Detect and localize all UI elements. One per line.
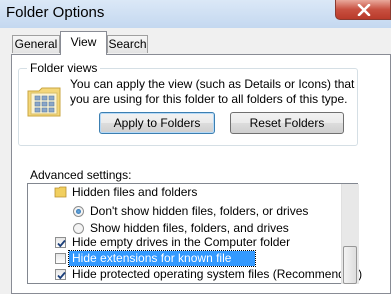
- tab-search[interactable]: Search: [107, 35, 148, 53]
- list-item-hidden-files-folder: Hidden files and folders: [72, 185, 198, 199]
- list-item-hide-extensions[interactable]: Hide extensions for known file types: [68, 250, 256, 280]
- folder-views-description: You can apply the view (such as Details …: [70, 77, 355, 106]
- reset-folders-button[interactable]: Reset Folders: [230, 112, 344, 134]
- radio-dot: [76, 209, 81, 214]
- radio-show-hidden[interactable]: [73, 223, 84, 234]
- window-title: Folder Options: [6, 4, 105, 21]
- checkbox-hide-extensions[interactable]: [55, 253, 66, 264]
- check-icon: [57, 271, 66, 280]
- folder-views-title: Folder views: [27, 61, 101, 75]
- close-button[interactable]: [335, 0, 391, 20]
- checkbox-hide-protected-files[interactable]: [55, 269, 66, 280]
- checkbox-hide-empty-drives[interactable]: [55, 237, 66, 248]
- check-icon: [57, 239, 66, 248]
- list-scrollbar[interactable]: [341, 184, 359, 284]
- folder-views-icon: [27, 87, 61, 117]
- list-item-dont-show-hidden[interactable]: Don't show hidden files, folders, or dri…: [90, 203, 308, 219]
- close-icon: [357, 4, 371, 16]
- list-item-hide-protected-files[interactable]: Hide protected operating system files (R…: [72, 266, 362, 282]
- radio-dont-show-hidden[interactable]: [73, 206, 84, 217]
- folder-icon: [54, 186, 67, 198]
- tab-strip: General View Search: [0, 28, 391, 55]
- apply-to-folders-button[interactable]: Apply to Folders: [99, 112, 215, 134]
- title-bar: Folder Options: [0, 0, 391, 28]
- tab-general[interactable]: General: [12, 35, 60, 53]
- tab-view[interactable]: View: [60, 31, 107, 55]
- scrollbar-thumb[interactable]: [343, 246, 357, 284]
- list-item-hide-empty-drives[interactable]: Hide empty drives in the Computer folder: [72, 234, 290, 250]
- advanced-settings-label: Advanced settings:: [30, 168, 132, 182]
